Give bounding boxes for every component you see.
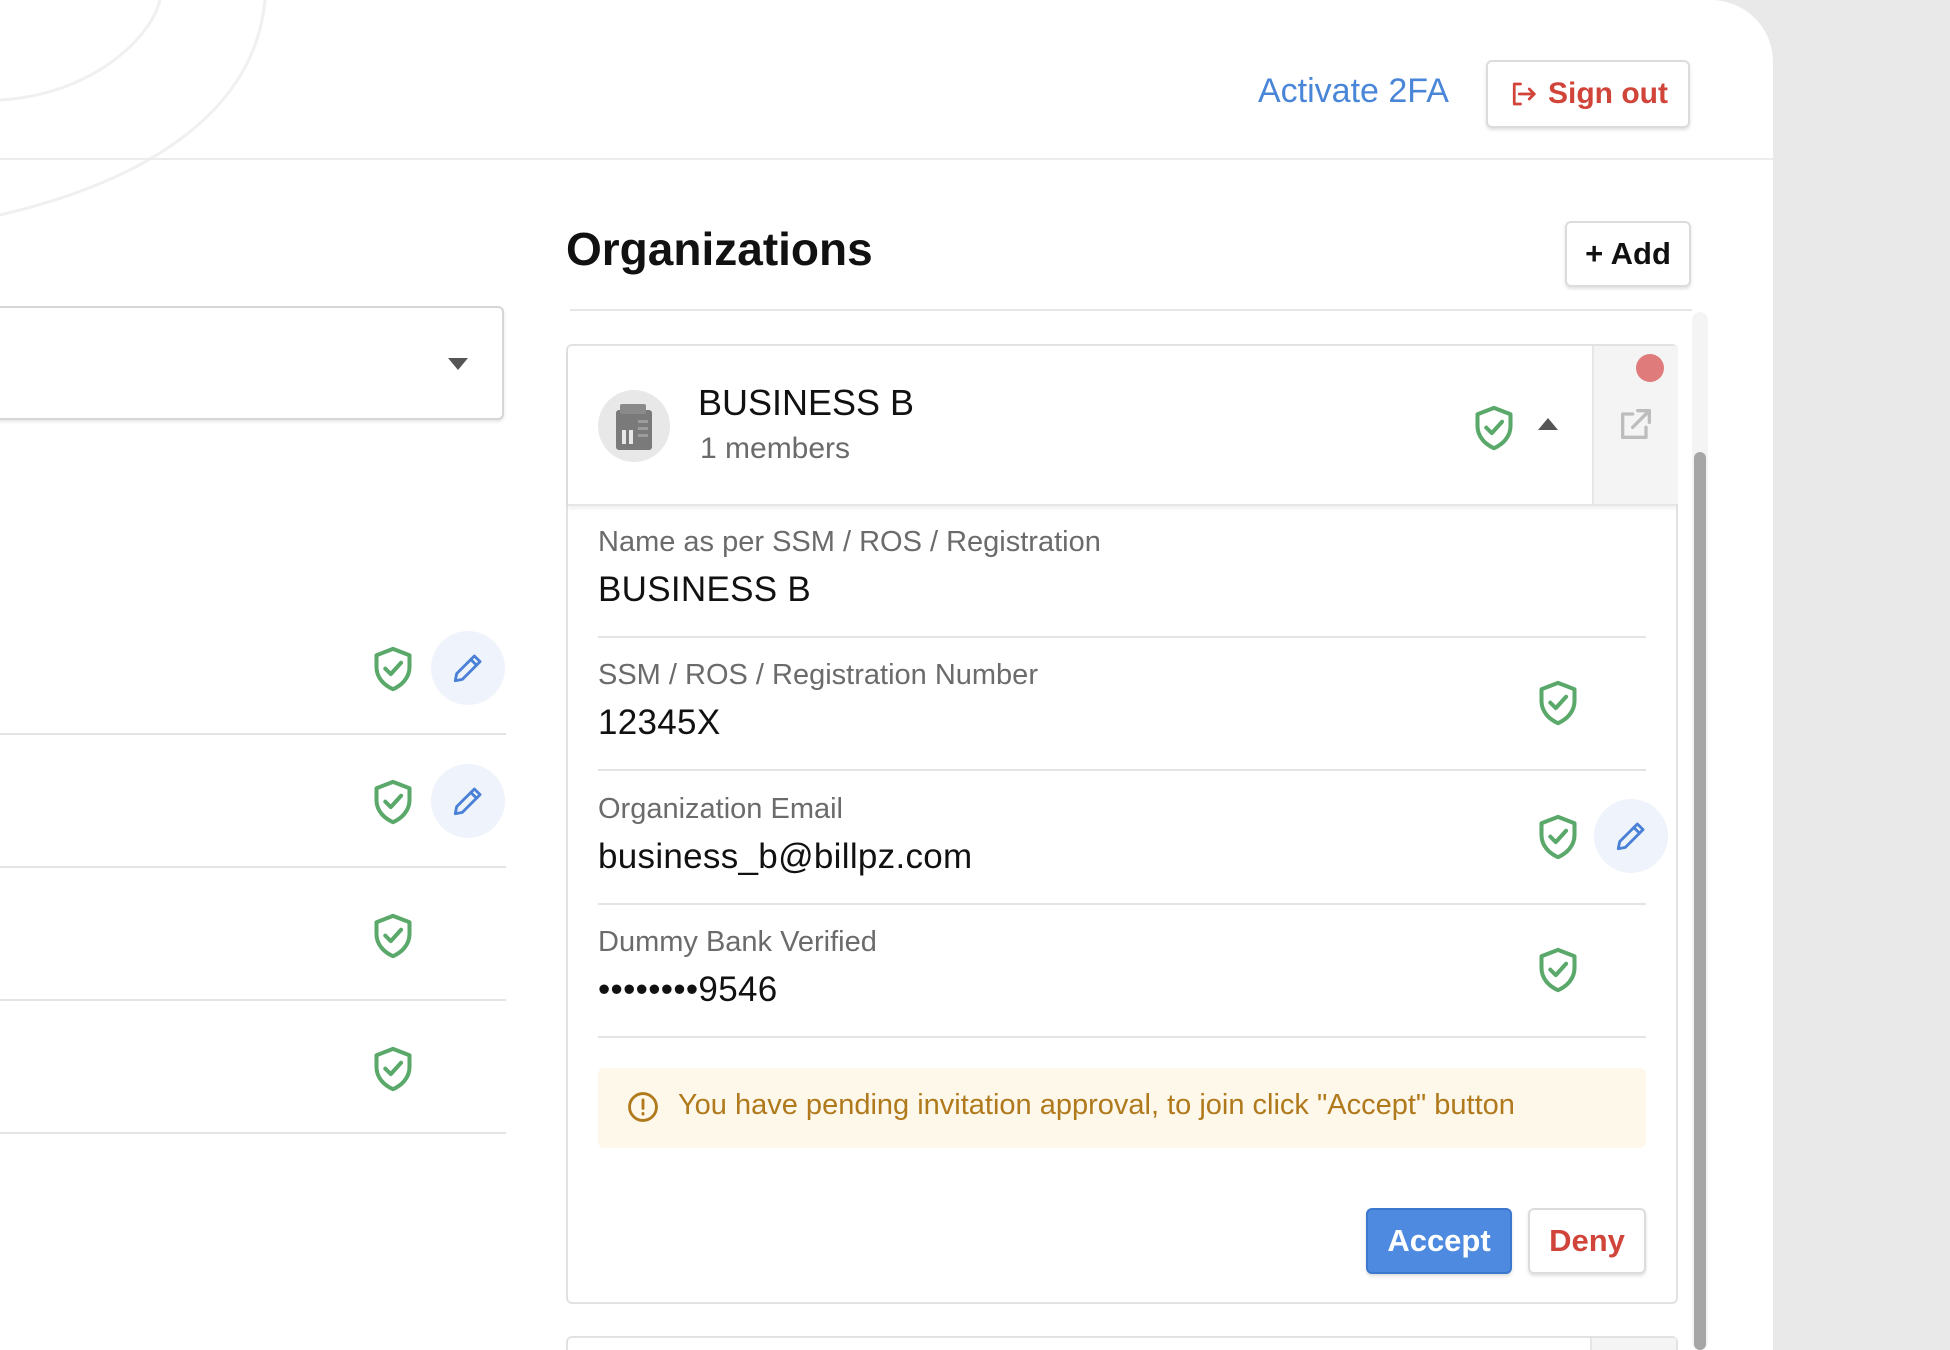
field-value: BUSINESS B [598,570,812,609]
edit-button[interactable] [431,631,505,705]
edit-email-button[interactable] [1594,799,1668,873]
field-label: Dummy Bank Verified [598,926,877,958]
sign-out-icon [1512,82,1536,106]
alert-message: You have pending invitation approval, to… [678,1089,1515,1121]
accept-button[interactable]: Accept [1366,1208,1512,1274]
pending-invitation-alert: You have pending invitation approval, to… [598,1068,1646,1148]
building-icon [616,404,652,450]
edit-button[interactable] [431,764,505,838]
external-link-icon[interactable] [1616,404,1656,444]
add-organization-button[interactable]: + Add [1565,221,1691,287]
left-dropdown[interactable] [0,306,504,420]
divider [0,866,506,868]
shield-check-icon [374,779,412,825]
shield-check-icon [374,646,412,692]
card-side-column [1592,346,1678,504]
organization-member-count: 1 members [700,432,851,465]
chevron-down-icon [448,358,468,370]
activate-2fa-link[interactable]: Activate 2FA [1258,72,1449,111]
field-label: Name as per SSM / ROS / Registration [598,526,1101,558]
field-value: 12345X [598,703,721,742]
deny-button[interactable]: Deny [1528,1208,1646,1274]
status-dot [1636,354,1664,382]
organizations-title: Organizations [566,223,873,275]
info-circle-icon [628,1092,658,1122]
field-label: Organization Email [598,793,843,825]
shield-check-icon [374,913,412,959]
scrollbar-thumb[interactable] [1694,452,1706,1350]
divider [598,1036,1646,1038]
top-bar: Activate 2FA Sign out [0,0,1773,160]
divider [598,769,1646,771]
organization-name: BUSINESS B [698,382,915,423]
card-side-column [1590,1338,1676,1350]
sign-out-label: Sign out [1548,77,1668,110]
divider [570,309,1692,311]
shield-check-icon [1539,947,1577,993]
app-window: Activate 2FA Sign out Organizations + Ad… [0,0,1773,1350]
shield-check-icon [1539,814,1577,860]
divider [598,903,1646,905]
field-label: SSM / ROS / Registration Number [598,659,1038,691]
divider [0,733,506,735]
field-value: business_b@billpz.com [598,837,973,876]
shield-check-icon [374,1046,412,1092]
organization-card-next[interactable] [566,1336,1678,1350]
shield-check-icon [1475,405,1513,451]
pencil-icon [453,654,482,683]
chevron-up-icon[interactable] [1538,418,1558,430]
field-value: ••••••••9546 [598,970,778,1009]
pencil-icon [1616,822,1645,851]
organization-card-header[interactable]: BUSINESS B 1 members [568,346,1678,506]
organization-card: BUSINESS B 1 members Name as per SSM / R… [566,344,1678,1304]
shield-check-icon [1539,680,1577,726]
organization-avatar [598,390,670,462]
sign-out-button[interactable]: Sign out [1486,60,1690,128]
divider [0,1132,506,1134]
divider [598,636,1646,638]
pencil-icon [453,787,482,816]
divider [0,999,506,1001]
